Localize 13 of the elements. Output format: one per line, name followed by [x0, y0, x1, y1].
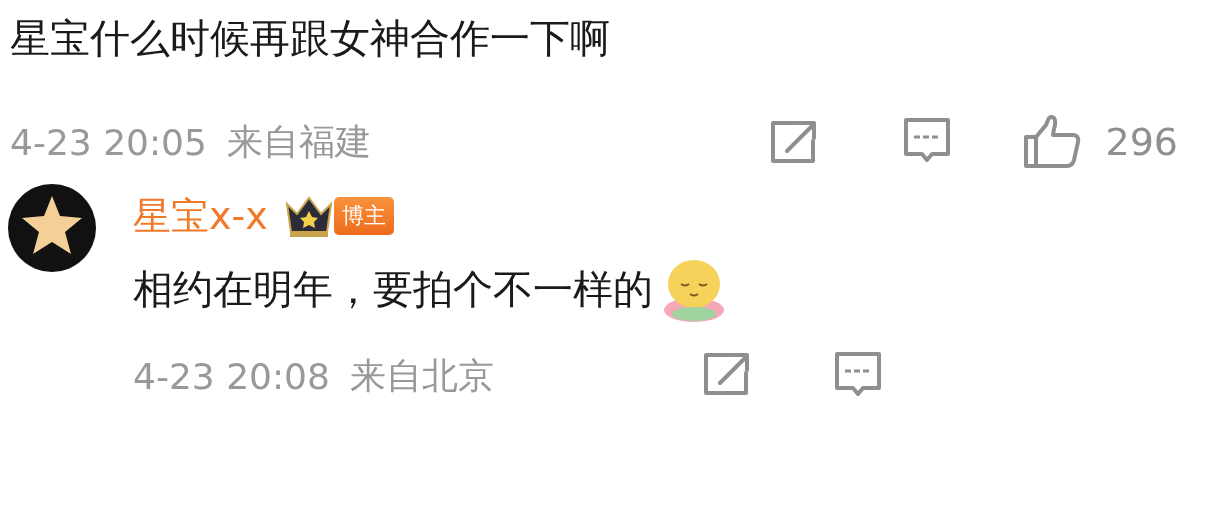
comment-time: 4-23 20:05 [10, 121, 207, 163]
avatar-icon[interactable] [8, 184, 96, 272]
crown-icon [283, 194, 334, 238]
share-icon[interactable] [702, 351, 752, 397]
comment-text: 星宝什么时候再跟女神合作一下啊 [10, 14, 611, 63]
comment-time: 4-23 20:08 [133, 355, 330, 397]
thumbs-up-icon[interactable] [1023, 115, 1082, 169]
comment-location: 来自福建 [226, 119, 371, 164]
author-badge: 博主 [333, 197, 394, 235]
comment-text: 相约在明年，要拍个不一样的 [133, 265, 653, 314]
comment-location: 来自北京 [349, 353, 494, 398]
author-name[interactable]: 星宝x-x [133, 190, 268, 242]
like-count: 296 [1105, 120, 1178, 164]
